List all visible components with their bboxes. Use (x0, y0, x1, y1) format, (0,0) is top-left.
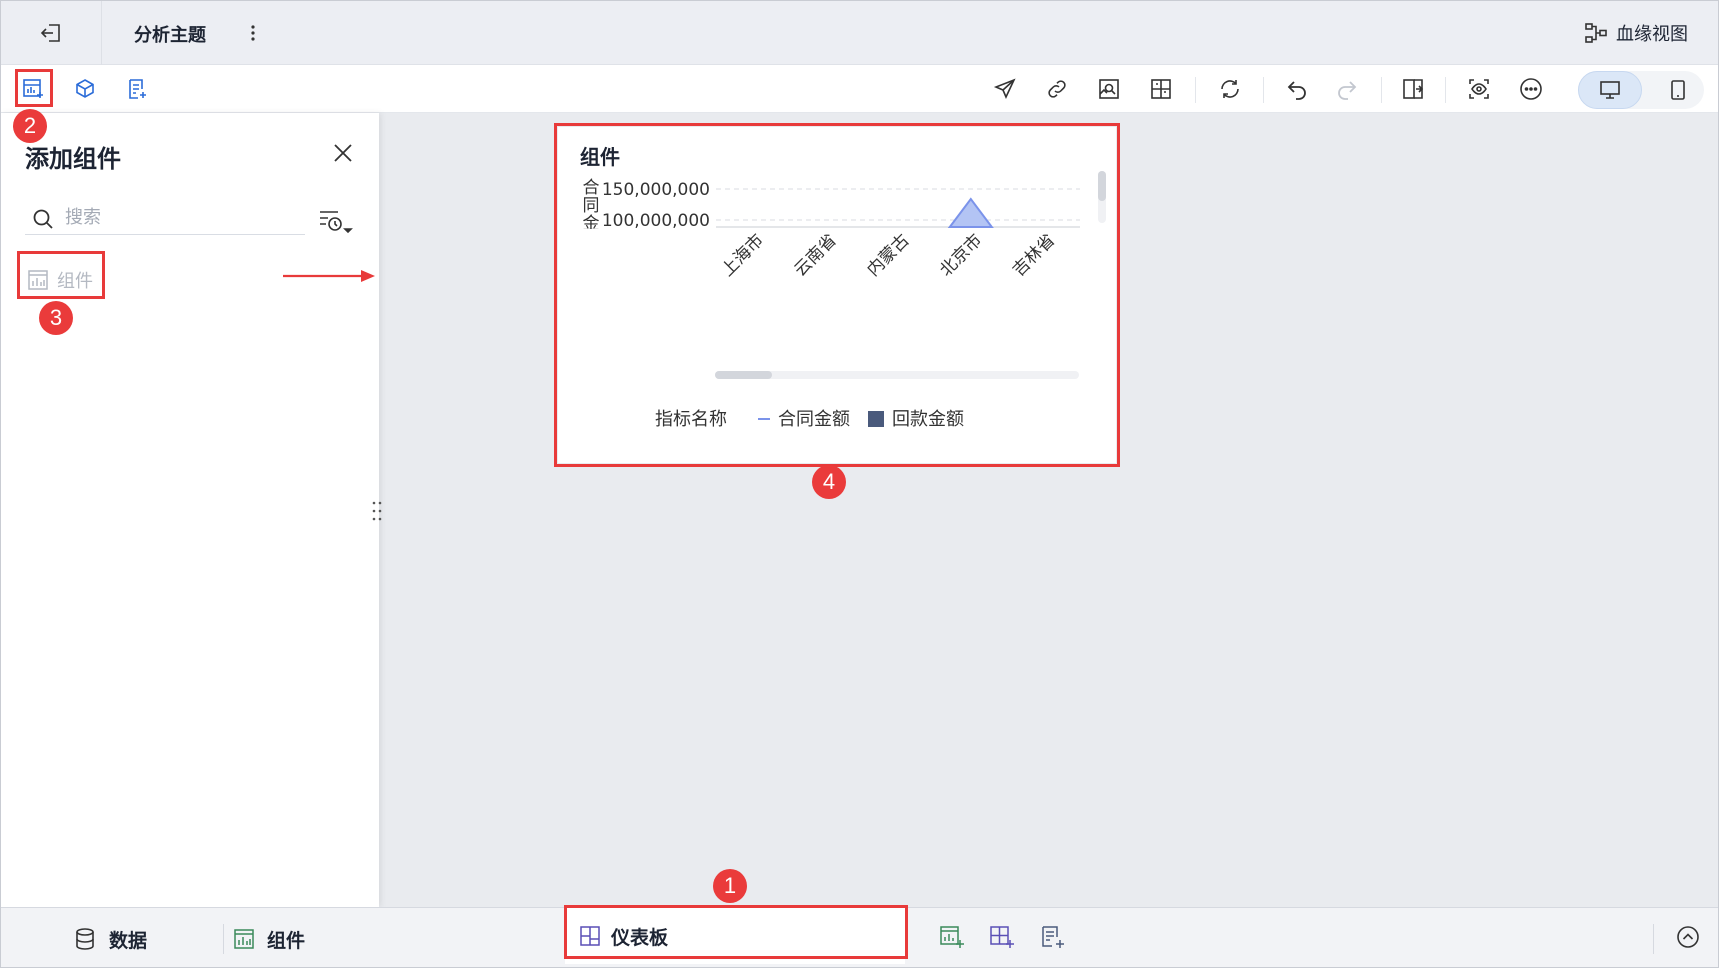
add-report-icon[interactable] (123, 75, 151, 103)
preview-icon[interactable] (1465, 75, 1493, 103)
device-toggle (1578, 71, 1704, 109)
lineage-icon (1585, 23, 1607, 43)
toolbar-divider (1445, 77, 1446, 103)
search-icon (33, 209, 53, 229)
search-input[interactable] (65, 203, 295, 231)
mobile-view-button[interactable] (1664, 76, 1692, 104)
exit-edit-icon[interactable] (1399, 75, 1427, 103)
bottom-divider (1653, 924, 1654, 954)
panel-title: 添加组件 (25, 145, 121, 173)
bottom-divider (223, 924, 224, 954)
send-icon[interactable] (991, 75, 1019, 103)
refresh-icon[interactable] (1216, 75, 1244, 103)
component-tab[interactable]: 组件 (233, 922, 305, 956)
add-chart-icon[interactable] (937, 922, 967, 952)
image-search-icon[interactable] (1095, 75, 1123, 103)
database-icon (76, 928, 94, 950)
lineage-label: 血缘视图 (1616, 24, 1688, 45)
highlight-widget (554, 123, 1120, 467)
toolbar-divider (1195, 77, 1196, 103)
panel-resize-handle[interactable] (369, 499, 385, 523)
desktop-icon (1600, 81, 1620, 99)
add-component-panel: 添加组件 组件 (1, 113, 379, 907)
highlight-dashboard-tab (564, 905, 908, 959)
mobile-icon (1671, 80, 1685, 100)
redo-icon[interactable] (1333, 75, 1361, 103)
desktop-view-button[interactable] (1578, 71, 1642, 109)
highlight-add-component-button (15, 69, 53, 107)
drag-arrow-icon (283, 270, 375, 282)
toolbar-divider (1381, 77, 1382, 103)
toolbar-divider (1263, 77, 1264, 103)
link-icon[interactable] (1043, 75, 1071, 103)
bar-chart-icon (234, 929, 254, 949)
highlight-component-item (17, 251, 105, 299)
top-header: 分析主题 血缘视图 (1, 1, 1718, 65)
app-window: 分析主题 血缘视图 添加组件 搜索 组件 组件 合同金额 150,000,000… (0, 0, 1719, 968)
more-vertical-icon[interactable] (245, 20, 261, 46)
data-tab-label: 数据 (109, 929, 148, 952)
add-report-icon[interactable] (1037, 922, 1067, 952)
close-icon[interactable] (329, 139, 357, 167)
layout-grid-icon[interactable] (1147, 75, 1175, 103)
data-tab[interactable]: 数据 (73, 922, 147, 956)
annotation-badge-1: 1 (713, 869, 747, 903)
collapse-up-icon[interactable] (1673, 922, 1703, 952)
toolbar (1, 65, 1718, 113)
search-box (25, 201, 305, 235)
annotation-badge-4: 4 (812, 465, 846, 499)
add-dashboard-icon[interactable] (987, 922, 1017, 952)
history-filter-icon[interactable] (317, 207, 353, 235)
annotation-badge-2: 2 (13, 109, 47, 143)
add-dataset-icon[interactable] (71, 75, 99, 103)
lineage-view-button[interactable]: 血缘视图 (1584, 19, 1688, 47)
exit-icon[interactable] (37, 19, 65, 47)
undo-icon[interactable] (1283, 75, 1311, 103)
annotation-badge-3: 3 (39, 301, 73, 335)
header-divider (101, 1, 102, 65)
page-title: 分析主题 (134, 25, 206, 46)
more-horizontal-icon[interactable] (1517, 75, 1545, 103)
component-tab-label: 组件 (267, 929, 306, 952)
